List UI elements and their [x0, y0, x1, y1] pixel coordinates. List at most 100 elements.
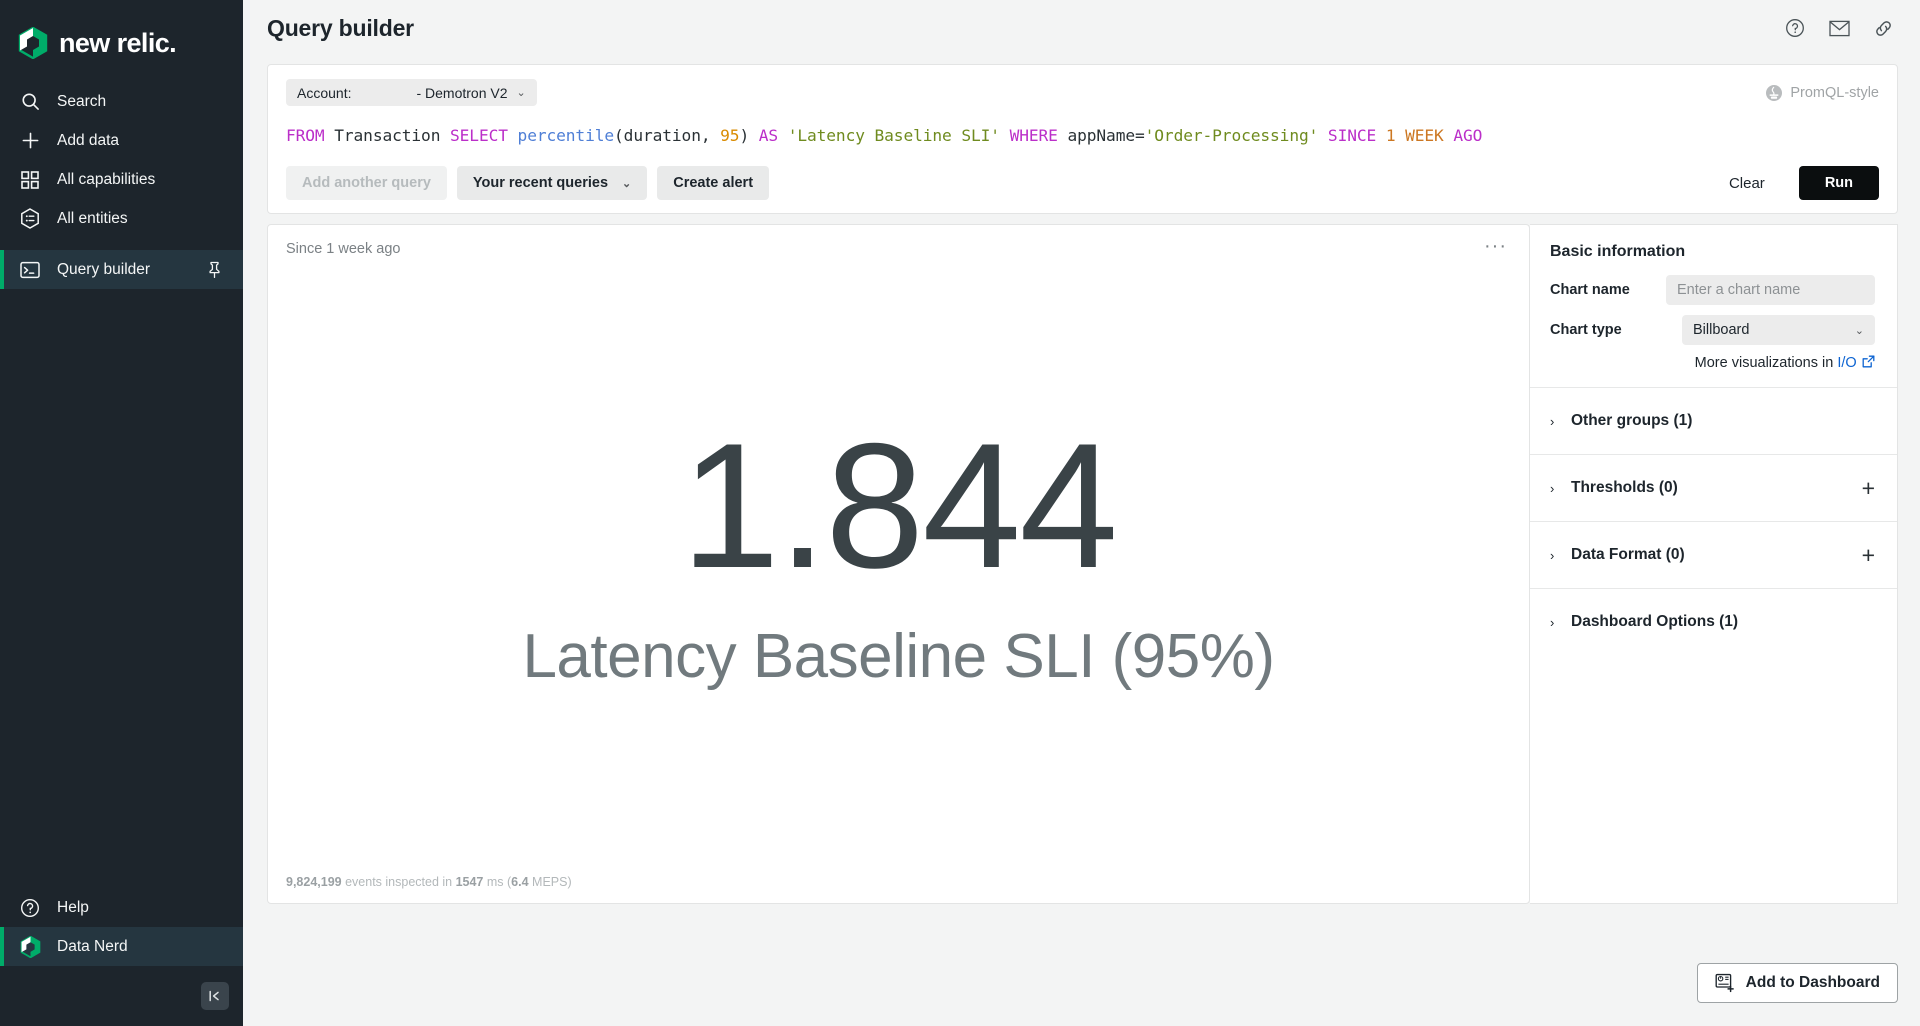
chevron-down-icon: ⌄ — [1855, 324, 1864, 337]
accordion-label: Other groups (1) — [1571, 412, 1692, 430]
recent-queries-button[interactable]: Your recent queries ⌄ — [457, 166, 647, 200]
add-to-dashboard-button[interactable]: Add to Dashboard — [1697, 963, 1898, 1003]
accordion-row-data-format[interactable]: › Data Format (0) + — [1530, 522, 1897, 588]
sidebar-item-query-builder[interactable]: Query builder — [0, 250, 243, 289]
chevron-down-icon: ⌄ — [517, 86, 526, 99]
accordion-label: Data Format (0) — [1571, 546, 1685, 564]
sidebar-item-all-capabilities[interactable]: All capabilities — [0, 160, 243, 199]
query-duration-tail: ms ( — [483, 875, 511, 889]
nrql-token — [778, 126, 788, 145]
chart-type-select[interactable]: Billboard ⌄ — [1682, 315, 1875, 345]
nrql-token — [1318, 126, 1328, 145]
link-icon[interactable] — [1868, 13, 1898, 43]
dashboard-add-icon — [1715, 973, 1735, 993]
chart-header: Since 1 week ago ··· — [268, 225, 1529, 257]
accordion-label: Dashboard Options (1) — [1571, 613, 1738, 631]
billboard-value: 1.844 — [681, 417, 1116, 595]
nrql-query-input[interactable]: FROM Transaction SELECT percentile(durat… — [286, 125, 1879, 146]
help-icon[interactable] — [1780, 13, 1810, 43]
sidebar: new relic. Search Add data — [0, 0, 243, 1026]
chevron-right-icon: › — [1550, 414, 1558, 429]
chart-name-input[interactable] — [1666, 275, 1875, 305]
run-button[interactable]: Run — [1799, 166, 1879, 200]
io-link[interactable]: I/O — [1837, 355, 1856, 371]
nrql-token: FROM — [286, 126, 325, 145]
nrql-token: SINCE — [1328, 126, 1376, 145]
sidebar-item-all-entities[interactable]: All entities — [0, 199, 243, 238]
chart-type-value: Billboard — [1693, 322, 1749, 338]
brand-logo[interactable]: new relic. — [0, 0, 243, 64]
nrql-token: duration — [624, 126, 701, 145]
chart-more-menu-icon[interactable]: ··· — [1480, 241, 1511, 251]
promql-style-toggle[interactable]: PromQL-style — [1765, 84, 1879, 102]
nrql-token: 'Latency Baseline SLI' — [788, 126, 1000, 145]
brand-name: new relic. — [59, 30, 176, 57]
sidebar-item-search[interactable]: Search — [0, 82, 243, 121]
nrql-token: 'Order-Processing' — [1145, 126, 1319, 145]
content-split: Since 1 week ago ··· 1.844 Latency Basel… — [243, 214, 1920, 940]
account-row: Account: - Demotron V2 ⌄ PromQL-style — [286, 79, 1879, 106]
create-alert-button[interactable]: Create alert — [657, 166, 769, 200]
clear-button[interactable]: Clear — [1717, 166, 1777, 200]
sidebar-item-help[interactable]: Help — [0, 888, 243, 927]
chart-type-row: Chart type Billboard ⌄ — [1550, 315, 1875, 345]
account-selector[interactable]: Account: - Demotron V2 ⌄ — [286, 79, 537, 106]
chart-time-range: Since 1 week ago — [286, 241, 400, 257]
promql-style-label: PromQL-style — [1790, 85, 1879, 101]
sidebar-item-label: All capabilities — [57, 171, 155, 189]
chevron-right-icon: › — [1550, 615, 1558, 630]
accordion-row-thresholds[interactable]: › Thresholds (0) + — [1530, 455, 1897, 521]
nrql-token — [1444, 126, 1454, 145]
nrql-token — [440, 126, 450, 145]
nrql-token: percentile — [518, 126, 614, 145]
accordion-thresholds: › Thresholds (0) + — [1530, 454, 1897, 521]
new-relic-logo-icon — [18, 27, 48, 59]
accordion-label: Thresholds (0) — [1571, 479, 1678, 497]
account-value: - Demotron V2 — [416, 85, 507, 101]
add-data-format-icon[interactable]: + — [1862, 544, 1875, 567]
nrql-token: ) — [739, 126, 749, 145]
page-footer: Add to Dashboard — [243, 940, 1920, 1026]
query-duration-ms: 1547 — [456, 875, 484, 889]
nrql-token: AGO — [1453, 126, 1482, 145]
sidebar-spacer — [0, 289, 243, 888]
main-area: Query builder — [243, 0, 1920, 1026]
app-root: new relic. Search Add data — [0, 0, 1920, 1026]
sidebar-item-add-data[interactable]: Add data — [0, 121, 243, 160]
prometheus-icon — [1765, 84, 1783, 102]
grid-icon — [19, 169, 41, 191]
more-visualizations-row: More visualizations in I/O — [1550, 355, 1875, 371]
collapse-sidebar-button[interactable] — [201, 982, 229, 1010]
nrql-token — [1376, 126, 1386, 145]
add-another-query-button[interactable]: Add another query — [286, 166, 447, 200]
topbar: Query builder — [243, 0, 1920, 56]
nrql-token — [1000, 126, 1010, 145]
nrql-token — [325, 126, 335, 145]
nrql-token: WHERE — [1010, 126, 1058, 145]
basic-information-section: Basic information Chart name Chart type … — [1530, 225, 1897, 387]
billboard-label: Latency Baseline SLI (95%) — [522, 621, 1274, 692]
terminal-icon — [19, 259, 41, 281]
throughput-meps: 6.4 — [511, 875, 528, 889]
basic-information-title: Basic information — [1550, 243, 1875, 261]
events-inspected-count: 9,824,199 — [286, 875, 342, 889]
accordion-row-dashboard-options[interactable]: › Dashboard Options (1) — [1530, 589, 1897, 655]
sidebar-item-data-nerd[interactable]: Data Nerd — [0, 927, 243, 966]
accordion-data-format: › Data Format (0) + — [1530, 521, 1897, 588]
chevron-down-icon: ⌄ — [622, 177, 631, 190]
sidebar-item-label: All entities — [57, 210, 128, 228]
chart-type-label: Chart type — [1550, 322, 1682, 338]
sidebar-item-label: Search — [57, 93, 106, 111]
billboard-visualization: 1.844 Latency Baseline SLI (95%) — [268, 257, 1529, 903]
add-threshold-icon[interactable]: + — [1862, 477, 1875, 500]
add-to-dashboard-label: Add to Dashboard — [1746, 974, 1880, 992]
sidebar-collapse-wrap — [0, 966, 243, 1026]
nrql-token: 95 — [720, 126, 739, 145]
chart-footer-stats: 9,824,199 events inspected in 1547 ms (6… — [286, 875, 572, 889]
events-inspected-mid: events inspected in — [342, 875, 456, 889]
nrql-token — [508, 126, 518, 145]
accordion-row-other-groups[interactable]: › Other groups (1) — [1530, 388, 1897, 454]
pin-icon[interactable] — [207, 261, 223, 279]
mail-icon[interactable] — [1824, 13, 1854, 43]
question-circle-icon — [19, 897, 41, 919]
